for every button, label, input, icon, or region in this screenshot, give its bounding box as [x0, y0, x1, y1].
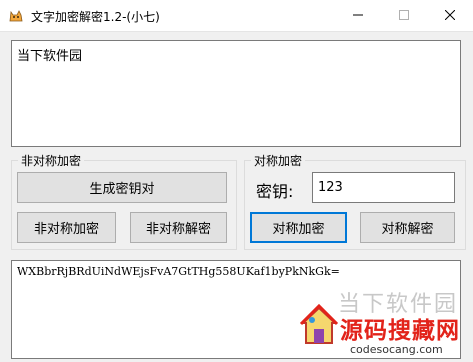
minimize-button[interactable]	[335, 0, 381, 31]
close-button[interactable]	[427, 0, 473, 31]
maximize-icon	[399, 10, 409, 20]
asymmetric-group-legend: 非对称加密	[18, 152, 85, 169]
house-logo-icon	[300, 303, 338, 344]
close-icon	[445, 10, 455, 20]
maximize-button[interactable]	[381, 0, 427, 31]
symmetric-encrypt-button[interactable]: 对称加密	[250, 212, 347, 243]
asymmetric-encrypt-button[interactable]: 非对称加密	[17, 212, 116, 243]
key-label: 密钥:	[256, 182, 294, 201]
symmetric-group-legend: 对称加密	[251, 152, 306, 169]
window-title: 文字加密解密1.2-(小七)	[31, 10, 160, 24]
symmetric-decrypt-button[interactable]: 对称解密	[360, 212, 455, 243]
plaintext-input[interactable]: 当下软件园	[11, 40, 461, 147]
key-input[interactable]: 123	[312, 172, 455, 203]
title-bar: 文字加密解密1.2-(小七)	[0, 0, 473, 32]
asymmetric-decrypt-button[interactable]: 非对称解密	[130, 212, 227, 243]
watermark-url: codesocang.com	[350, 343, 443, 356]
cat-app-icon	[9, 10, 23, 22]
minimize-icon	[353, 14, 363, 16]
watermark: 当下软件园 源码搜藏网 codesocang.com	[300, 283, 473, 362]
watermark-brand: 源码搜藏网	[340, 318, 460, 344]
generate-keypair-button[interactable]: 生成密钥对	[17, 172, 227, 203]
